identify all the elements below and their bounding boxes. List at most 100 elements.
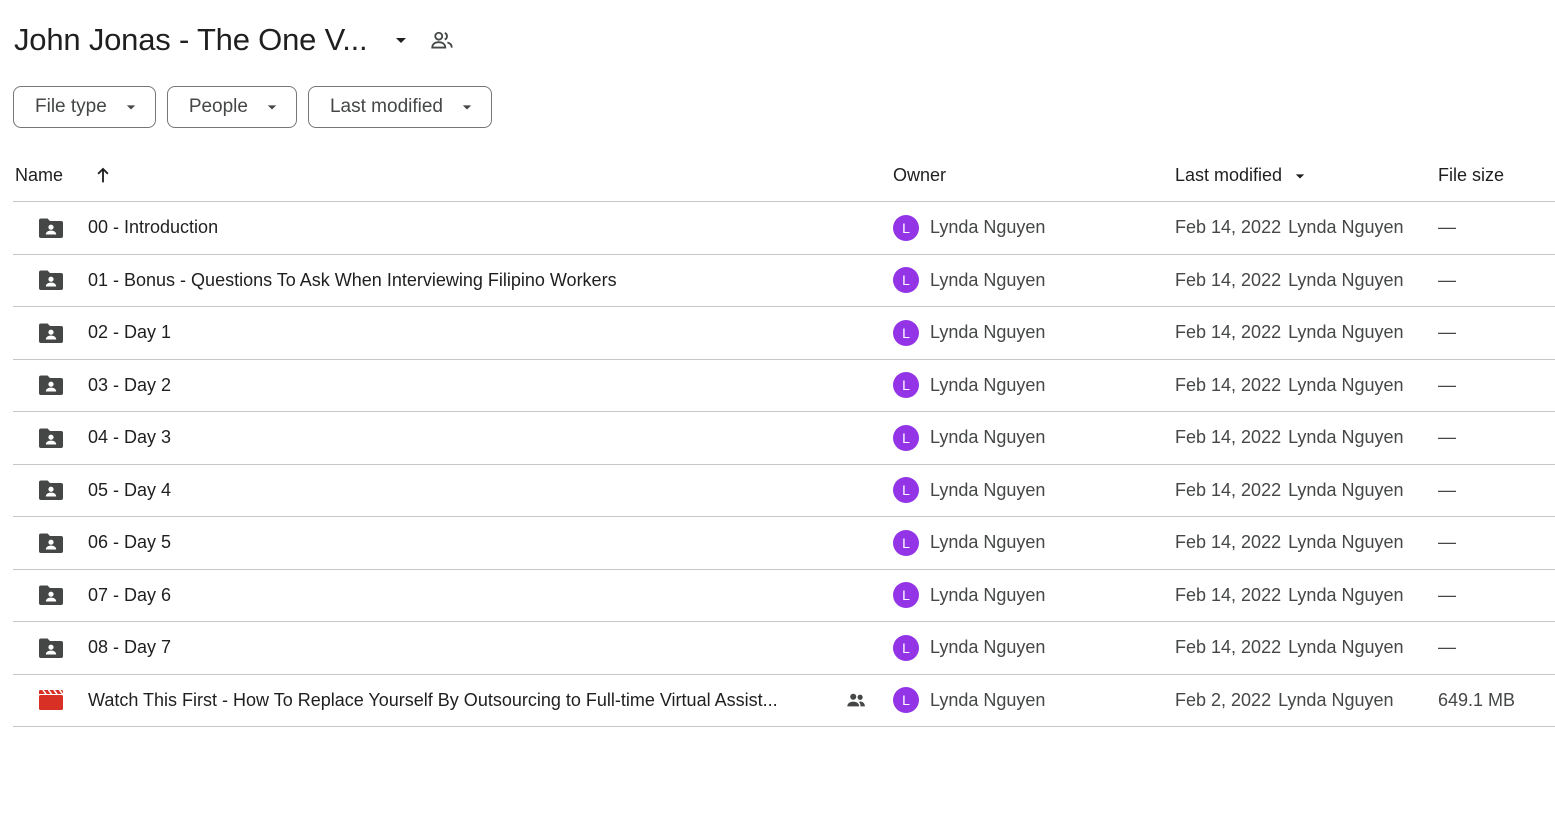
modified-date: Feb 14, 2022 <box>1175 637 1282 658</box>
name-column-header[interactable]: Name <box>15 150 63 201</box>
file-name[interactable]: 00 - Introduction <box>88 202 218 254</box>
modified-date: Feb 14, 2022 <box>1175 479 1282 500</box>
file-size: — <box>1438 269 1456 290</box>
avatar[interactable]: L <box>893 529 919 556</box>
modified-by: Lynda Nguyen <box>1278 689 1394 710</box>
avatar[interactable]: L <box>893 214 919 241</box>
owner-name: Lynda Nguyen <box>930 322 1046 343</box>
file-row[interactable]: 00 - Introduction L Lynda Nguyen Feb 14, 20… <box>13 202 1555 255</box>
file-row[interactable]: 02 - Day 1 L Lynda Nguyen Feb 14, 2022 Lynda… <box>13 307 1555 360</box>
file-name[interactable]: Watch This First - How To Replace Yourse… <box>88 675 778 727</box>
shared-folder-icon <box>37 465 65 517</box>
modified-date: Feb 14, 2022 <box>1175 217 1282 238</box>
last-modified-filter-label: Last modified <box>329 96 443 117</box>
owner-cell: L Lynda Nguyen <box>893 517 1045 569</box>
modified-by: Lynda Nguyen <box>1288 532 1404 553</box>
avatar[interactable]: L <box>893 687 919 714</box>
owner-cell: L Lynda Nguyen <box>893 307 1045 359</box>
last-modified-filter[interactable]: Last modified <box>307 86 492 128</box>
people-filter[interactable]: People <box>166 86 297 128</box>
folder-title-bar: John Jonas - The One V... <box>14 18 455 62</box>
file-row[interactable]: 01 - Bonus - Questions To Ask When Inter… <box>13 255 1555 307</box>
owner-name: Lynda Nguyen <box>930 479 1046 500</box>
modified-by: Lynda Nguyen <box>1288 479 1404 500</box>
chevron-down-icon <box>1290 166 1310 186</box>
chevron-down-icon <box>457 97 477 117</box>
file-list-header: Name Owner Last modified File size <box>13 150 1555 202</box>
folder-menu-caret-icon[interactable] <box>389 28 413 52</box>
file-type-filter-label: File type <box>35 96 107 117</box>
chevron-down-icon <box>262 97 282 117</box>
owner-name: Lynda Nguyen <box>930 269 1046 290</box>
shared-folder-icon <box>37 622 65 674</box>
shared-people-icon[interactable] <box>429 27 455 53</box>
sort-ascending-icon[interactable] <box>91 163 115 187</box>
modified-by: Lynda Nguyen <box>1288 637 1404 658</box>
owner-name: Lynda Nguyen <box>930 584 1046 605</box>
file-name[interactable]: 01 - Bonus - Questions To Ask When Inter… <box>88 255 617 307</box>
owner-cell: L Lynda Nguyen <box>893 675 1045 727</box>
file-row[interactable]: Watch This First - How To Replace Yourse… <box>13 675 1555 727</box>
last-modified-cell: Feb 14, 2022 Lynda Nguyen <box>1175 360 1404 412</box>
folder-title[interactable]: John Jonas - The One V... <box>14 22 368 58</box>
file-size: — <box>1438 479 1456 500</box>
file-row[interactable]: 07 - Day 6 L Lynda Nguyen Feb 14, 2022 Lynda… <box>13 570 1555 622</box>
last-modified-cell: Feb 14, 2022 Lynda Nguyen <box>1175 465 1404 517</box>
file-type-filter[interactable]: File type <box>13 86 156 128</box>
file-size: — <box>1438 322 1456 343</box>
file-row[interactable]: 06 - Day 5 L Lynda Nguyen Feb 14, 2022 Lynda… <box>13 517 1555 570</box>
avatar[interactable]: L <box>893 424 919 451</box>
shared-folder-icon <box>37 202 65 254</box>
owner-cell: L Lynda Nguyen <box>893 622 1045 674</box>
owner-cell: L Lynda Nguyen <box>893 360 1045 412</box>
modified-date: Feb 14, 2022 <box>1175 532 1282 553</box>
modified-by: Lynda Nguyen <box>1288 217 1404 238</box>
file-name[interactable]: 06 - Day 5 <box>88 517 171 569</box>
file-row[interactable]: 03 - Day 2 L Lynda Nguyen Feb 14, 2022 Lynda… <box>13 360 1555 412</box>
owner-cell: L Lynda Nguyen <box>893 465 1045 517</box>
file-size: — <box>1438 427 1456 448</box>
file-name[interactable]: 02 - Day 1 <box>88 307 171 359</box>
modified-by: Lynda Nguyen <box>1288 374 1404 395</box>
owner-column-header: Owner <box>893 165 947 185</box>
file-size: 649.1 MB <box>1438 689 1516 710</box>
shared-folder-icon <box>37 570 65 622</box>
avatar[interactable]: L <box>893 319 919 346</box>
avatar[interactable]: L <box>893 477 919 504</box>
last-modified-cell: Feb 14, 2022 Lynda Nguyen <box>1175 255 1404 307</box>
video-file-icon <box>37 675 65 727</box>
avatar[interactable]: L <box>893 634 919 661</box>
file-size: — <box>1438 217 1456 238</box>
avatar[interactable]: L <box>893 267 919 294</box>
avatar[interactable]: L <box>893 582 919 609</box>
last-modified-cell: Feb 14, 2022 Lynda Nguyen <box>1175 307 1404 359</box>
last-modified-cell: Feb 14, 2022 Lynda Nguyen <box>1175 412 1404 464</box>
modified-date: Feb 14, 2022 <box>1175 269 1282 290</box>
last-modified-column-header[interactable]: Last modified <box>1175 150 1310 201</box>
owner-name: Lynda Nguyen <box>930 532 1046 553</box>
owner-cell: L Lynda Nguyen <box>893 412 1045 464</box>
file-size: — <box>1438 637 1456 658</box>
last-modified-cell: Feb 2, 2022 Lynda Nguyen <box>1175 675 1394 727</box>
file-size: — <box>1438 532 1456 553</box>
modified-by: Lynda Nguyen <box>1288 322 1404 343</box>
file-size: — <box>1438 584 1456 605</box>
file-row[interactable]: 05 - Day 4 L Lynda Nguyen Feb 14, 2022 Lynda… <box>13 465 1555 517</box>
owner-name: Lynda Nguyen <box>930 427 1046 448</box>
file-name[interactable]: 08 - Day 7 <box>88 622 171 674</box>
owner-cell: L Lynda Nguyen <box>893 570 1045 622</box>
chevron-down-icon <box>121 97 141 117</box>
file-row[interactable]: 08 - Day 7 L Lynda Nguyen Feb 14, 2022 Lynda… <box>13 622 1555 675</box>
file-name[interactable]: 03 - Day 2 <box>88 360 171 412</box>
shared-folder-icon <box>37 412 65 464</box>
file-row[interactable]: 04 - Day 3 L Lynda Nguyen Feb 14, 2022 Lynda… <box>13 412 1555 465</box>
avatar[interactable]: L <box>893 372 919 399</box>
shared-people-icon <box>845 675 867 727</box>
file-name[interactable]: 05 - Day 4 <box>88 465 171 517</box>
owner-name: Lynda Nguyen <box>930 217 1046 238</box>
file-name[interactable]: 07 - Day 6 <box>88 570 171 622</box>
owner-name: Lynda Nguyen <box>930 689 1046 710</box>
file-name[interactable]: 04 - Day 3 <box>88 412 171 464</box>
last-modified-cell: Feb 14, 2022 Lynda Nguyen <box>1175 202 1404 254</box>
last-modified-column-label: Last modified <box>1175 165 1283 185</box>
